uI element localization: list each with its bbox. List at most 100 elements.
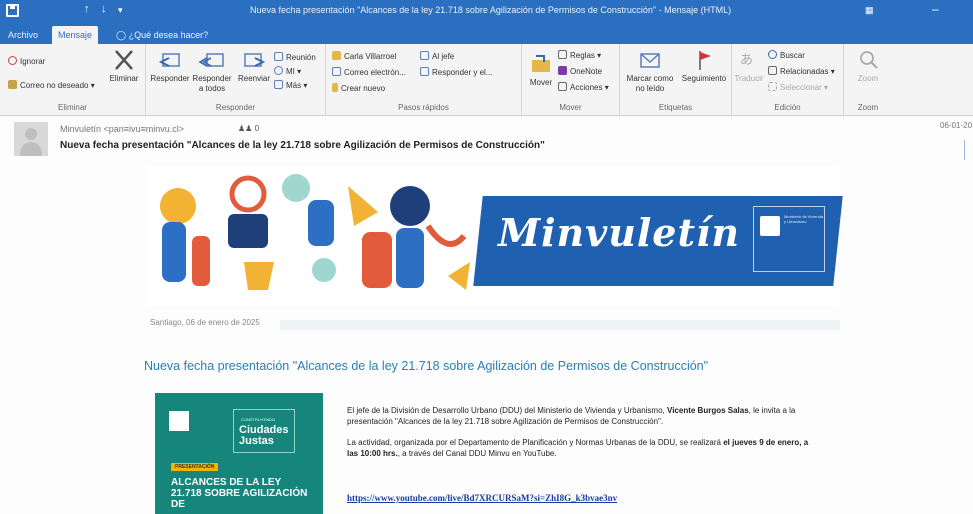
youtube-link[interactable]: https://www.youtube.com/live/Bd7XRCURSaM… — [347, 493, 617, 503]
ribbon-tab-row: Archivo Mensaje ◯ ¿Qué desea hacer? — [0, 22, 973, 44]
ribbon-display-options-icon[interactable]: ▦ — [865, 5, 874, 16]
find-button[interactable]: Buscar — [768, 50, 805, 60]
group-label-edicion: Edición — [774, 103, 801, 112]
message-date: 06-01-20 — [940, 121, 973, 130]
tab-mensaje[interactable]: Mensaje — [52, 26, 99, 44]
select-button[interactable]: Seleccionar ▾ — [768, 82, 828, 92]
delete-icon — [115, 50, 133, 70]
group-label-pasos-rapidos: Pasos rápidos — [398, 103, 449, 112]
people-icon: ♟♟ — [238, 124, 255, 133]
quick-step-crear[interactable]: Crear nuevo — [332, 83, 385, 93]
zoom-button[interactable]: Zoom — [850, 48, 886, 84]
message-header — [0, 116, 973, 162]
ribbon: Ignorar Correo no deseado ▾ Eliminar Eli… — [0, 44, 973, 116]
reply-icon — [158, 53, 180, 67]
minimize-icon[interactable]: – — [932, 2, 939, 16]
newsletter-headline: Nueva fecha presentación "Alcances de la… — [144, 359, 709, 373]
group-label-responder: Responder — [215, 103, 256, 112]
window-title: Nueva fecha presentación "Alcances de la… — [250, 5, 732, 15]
message-subject: Nueva fecha presentación "Alcances de la… — [60, 140, 545, 151]
quick-step-jefe[interactable]: Al jefe — [420, 51, 454, 61]
sender-avatar — [14, 122, 48, 156]
meeting-button[interactable]: Reunión — [274, 52, 316, 62]
related-button[interactable]: Relacionadas ▾ — [768, 66, 835, 76]
place-date-divider — [280, 320, 840, 330]
tab-archivo[interactable]: Archivo — [2, 26, 44, 44]
select-icon — [768, 82, 777, 91]
folder-icon — [332, 51, 341, 60]
body-paragraph-details: La actividad, organizada por el Departam… — [347, 438, 809, 458]
gov-poster-logo-icon — [169, 411, 189, 431]
poster-ciudades-justas: Ciudades Justas — [239, 424, 289, 447]
group-label-eliminar: Eliminar — [58, 103, 87, 112]
delete-button[interactable]: Eliminar — [106, 48, 142, 84]
more-button[interactable]: Más ▾ — [274, 80, 307, 90]
customize-quick-access-icon[interactable]: ▾ — [118, 5, 123, 16]
move-icon — [532, 55, 550, 72]
actions-icon — [558, 82, 567, 91]
reply-all-button[interactable]: Responder a todos — [190, 48, 234, 94]
people-indicator[interactable]: ♟♟ 0 — [238, 124, 259, 133]
zoom-icon — [860, 51, 878, 69]
poster-kicker: CONSTRUYENDO — [241, 417, 276, 422]
group-etiquetas: Marcar como no leído Seguimiento Etiquet… — [620, 44, 732, 116]
quick-step-responder[interactable]: Responder y el... — [420, 67, 492, 77]
group-label-etiquetas: Etiquetas — [658, 103, 693, 112]
reply-all-icon — [199, 53, 224, 67]
group-mover: Mover Reglas ▾ OneNote Acciones ▾ Mover — [522, 44, 620, 116]
svg-text:あ: あ — [740, 53, 753, 68]
related-icon — [768, 66, 777, 75]
reply-button[interactable]: Responder — [148, 48, 192, 84]
tell-me-search[interactable]: ◯ ¿Qué desea hacer? — [116, 30, 208, 41]
mail-icon — [332, 67, 341, 76]
more-icon — [274, 80, 283, 89]
title-bar: ↑ ↓ ▾ Nueva fecha presentación "Alcances… — [0, 0, 973, 22]
group-pasos-rapidos: Carla Villarroel Correo electrón... Crea… — [326, 44, 522, 116]
lightning-icon — [332, 83, 338, 92]
group-label-zoom: Zoom — [857, 103, 879, 112]
message-body: El jefe de la División de Desarrollo Urb… — [347, 405, 817, 469]
minvuletin-wordmark: Minvuletín — [498, 210, 741, 255]
sender-address[interactable]: Minvuletín <pan≡ivu≡minvu.cl> — [60, 124, 184, 134]
gov-text: Ministerio de Vivienda y Urbanismo — [784, 214, 824, 224]
flag-icon — [699, 51, 711, 70]
save-icon[interactable] — [6, 4, 19, 17]
quick-step-correo[interactable]: Correo electrón... — [332, 67, 406, 77]
im-icon — [274, 66, 283, 75]
group-edicion: あ Traducir Buscar Relacionadas ▾ Selecci… — [732, 44, 844, 116]
junk-button[interactable]: Correo no deseado ▾ — [8, 80, 95, 90]
redo-icon[interactable]: ↓ — [101, 3, 107, 15]
poster-title: ALCANCES DE LA LEY 21.718 SOBRE AGILIZAC… — [171, 477, 308, 510]
group-zoom: Zoom Zoom — [844, 44, 892, 116]
rules-button[interactable]: Reglas ▾ — [558, 50, 601, 60]
envelope-icon — [640, 53, 660, 68]
ignore-icon — [8, 56, 17, 65]
rules-icon — [558, 50, 567, 59]
body-paragraph-invite: El jefe de la División de Desarrollo Urb… — [347, 406, 796, 426]
gov-logo-icon — [760, 216, 780, 236]
mark-unread-button[interactable]: Marcar como no leído — [622, 48, 678, 94]
poster-tag: PRESENTACIÓN — [171, 463, 219, 471]
group-eliminar: Ignorar Correo no deseado ▾ Eliminar Eli… — [0, 44, 146, 116]
calendar-icon — [274, 52, 283, 61]
reading-pane-edge — [964, 140, 973, 160]
place-date: Santiago, 06 de enero de 2025 — [150, 318, 260, 327]
junk-icon — [8, 80, 17, 89]
onenote-icon — [558, 66, 567, 75]
translate-icon: あ — [740, 53, 753, 68]
im-button[interactable]: MI ▾ — [274, 66, 301, 76]
move-button[interactable]: Mover — [524, 52, 558, 88]
banner-illustration — [160, 174, 470, 290]
undo-icon[interactable]: ↑ — [84, 3, 90, 15]
group-label-mover: Mover — [559, 103, 582, 112]
forward-small-icon — [420, 51, 429, 60]
translate-button[interactable]: あ Traducir — [732, 48, 766, 84]
forward-icon — [244, 53, 266, 67]
forward-button[interactable]: Reenviar — [234, 48, 274, 84]
event-poster-image: CONSTRUYENDO Ciudades Justas PRESENTACIÓN… — [155, 393, 323, 514]
quick-step-carla[interactable]: Carla Villarroel — [332, 51, 396, 61]
actions-button[interactable]: Acciones ▾ — [558, 82, 609, 92]
ignore-button[interactable]: Ignorar — [8, 56, 45, 66]
onenote-button[interactable]: OneNote — [558, 66, 602, 76]
follow-up-button[interactable]: Seguimiento — [676, 48, 732, 84]
